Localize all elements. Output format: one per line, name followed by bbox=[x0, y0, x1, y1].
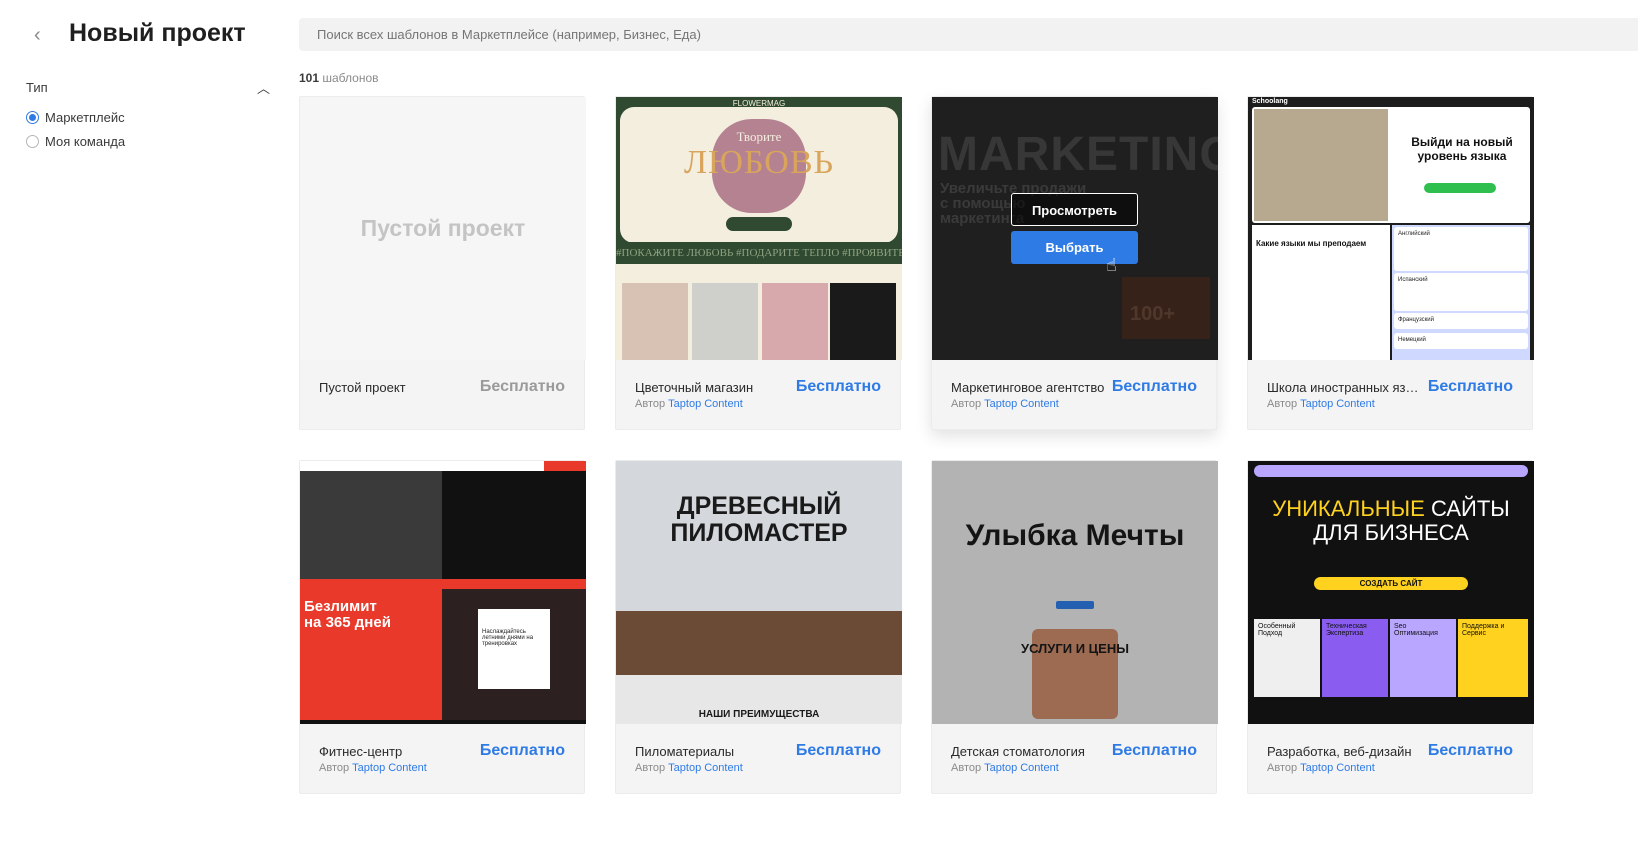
filter-option-label: Маркетплейс bbox=[45, 109, 125, 125]
template-preview: ДРЕВЕСНЫЙ ПИЛОМАСТЕР НАШИ ПРЕИМУЩЕСТВА bbox=[616, 461, 902, 724]
preview-lang: Немецкий bbox=[1394, 333, 1528, 349]
preview-tile: Техническая Экспертиза bbox=[1322, 619, 1388, 697]
template-name: Детская стоматология bbox=[951, 744, 1085, 759]
template-card-language-school[interactable]: Schoolang Выйди на новый уровень языка К… bbox=[1247, 96, 1534, 430]
filter-option-marketplace[interactable]: Маркетплейс bbox=[26, 108, 125, 126]
preview-tile: Особенный Подход bbox=[1254, 619, 1320, 697]
preview-section: Какие языки мы преподаем bbox=[1256, 239, 1367, 248]
preview-line1: Безлимит bbox=[304, 598, 377, 615]
template-preview: Пустой проект bbox=[300, 97, 586, 360]
author-link[interactable]: Taptop Content bbox=[1300, 762, 1375, 774]
template-name: Цветочный магазин bbox=[635, 380, 754, 395]
template-name: Фитнес-центр bbox=[319, 744, 403, 759]
author-link[interactable]: Taptop Content bbox=[984, 762, 1059, 774]
select-button[interactable]: Выбрать bbox=[1011, 231, 1138, 264]
author-link[interactable]: Taptop Content bbox=[668, 398, 743, 410]
preview-brand: Schoolang bbox=[1252, 98, 1288, 105]
template-name: Пиломатериалы bbox=[635, 744, 735, 759]
template-price: Бесплатно bbox=[795, 378, 881, 395]
filter-type-header[interactable]: Тип ︿ bbox=[26, 78, 270, 96]
author-link[interactable]: Taptop Content bbox=[668, 762, 743, 774]
template-price: Бесплатно bbox=[1427, 378, 1513, 395]
preview-button[interactable]: Просмотреть bbox=[1011, 193, 1138, 226]
template-author: Автор Taptop Content bbox=[635, 762, 743, 774]
filter-option-my-team[interactable]: Моя команда bbox=[26, 132, 125, 150]
preview-line2: на 365 дней bbox=[304, 614, 391, 631]
template-card-marketing[interactable]: MARKETING Увеличьте продажи с помощью ма… bbox=[931, 96, 1218, 430]
template-card-dental[interactable]: Улыбка Мечты УСЛУГИ И ЦЕНЫ Детская стома… bbox=[931, 460, 1218, 794]
back-button[interactable]: ‹ bbox=[34, 25, 54, 45]
filter-option-label: Моя команда bbox=[45, 133, 126, 149]
template-price: Бесплатно bbox=[1111, 742, 1197, 759]
preview-lang: Испанский bbox=[1394, 273, 1528, 311]
template-preview: Улыбка Мечты УСЛУГИ И ЦЕНЫ bbox=[932, 461, 1218, 724]
preview-footer: НАШИ ПРЕИМУЩЕСТВА bbox=[698, 709, 820, 720]
filter-type-label: Тип bbox=[26, 79, 48, 95]
preview-line2: ДЛЯ БИЗНЕСА bbox=[1313, 520, 1469, 545]
template-card-flower-shop[interactable]: FLOWERMAG Творите ЛЮБОВЬ #ПОКАЖИТЕ ЛЮБОВ… bbox=[615, 96, 902, 430]
preview-tile: Поддержка и Сервис bbox=[1458, 619, 1528, 697]
radio-selected-icon bbox=[26, 110, 39, 124]
page-title: Новый проект bbox=[69, 19, 246, 47]
templates-count: 101 шаблонов bbox=[299, 71, 379, 85]
chevron-left-icon: ‹ bbox=[34, 24, 41, 46]
template-card-fitness[interactable]: Безлимит на 365 дней Наслаждайтесь летни… bbox=[299, 460, 586, 794]
hand-cursor-icon: ☝ bbox=[1106, 255, 1117, 275]
template-name: Школа иностранных языков bbox=[1267, 380, 1427, 395]
template-name: Пустой проект bbox=[319, 380, 406, 395]
template-name: Маркетинговое агентство bbox=[951, 380, 1105, 395]
preview-line2: ЛЮБОВЬ bbox=[683, 144, 835, 181]
preview-hl-yellow: УНИКАЛЬНЫЕ bbox=[1272, 496, 1425, 521]
template-preview: Schoolang Выйди на новый уровень языка К… bbox=[1248, 97, 1534, 360]
template-preview: УНИКАЛЬНЫЕ САЙТЫ ДЛЯ БИЗНЕСА СОЗДАТЬ САЙ… bbox=[1248, 461, 1534, 724]
template-author: Автор Taptop Content bbox=[951, 762, 1059, 774]
template-author: Автор Taptop Content bbox=[319, 762, 427, 774]
template-name: Разработка, веб-дизайн bbox=[1267, 744, 1412, 759]
template-price: Бесплатно bbox=[1111, 378, 1197, 395]
template-card-web-design[interactable]: УНИКАЛЬНЫЕ САЙТЫ ДЛЯ БИЗНЕСА СОЗДАТЬ САЙ… bbox=[1247, 460, 1534, 794]
chevron-up-icon: ︿ bbox=[256, 80, 270, 96]
template-author: Автор Taptop Content bbox=[951, 398, 1059, 410]
template-author: Автор Taptop Content bbox=[1267, 762, 1375, 774]
preview-line2: ПИЛОМАСТЕР bbox=[670, 519, 848, 547]
radio-unselected-icon bbox=[26, 134, 39, 148]
preview-cta: СОЗДАТЬ САЙТ bbox=[1314, 577, 1468, 590]
search-input[interactable] bbox=[299, 18, 1638, 51]
template-preview: Безлимит на 365 дней Наслаждайтесь летни… bbox=[300, 461, 586, 724]
preview-lang: Французский bbox=[1394, 313, 1528, 329]
preview-lang: Английский bbox=[1394, 227, 1528, 271]
preview-hero2: уровень языка bbox=[1417, 149, 1507, 163]
template-price: Бесплатно bbox=[479, 378, 565, 395]
author-link[interactable]: Taptop Content bbox=[984, 398, 1059, 410]
template-preview: FLOWERMAG Творите ЛЮБОВЬ #ПОКАЖИТЕ ЛЮБОВ… bbox=[616, 97, 902, 360]
preview-line1: ДРЕВЕСНЫЙ bbox=[676, 492, 842, 520]
template-price: Бесплатно bbox=[479, 742, 565, 759]
preview-text: Пустой проект bbox=[360, 215, 526, 241]
author-link[interactable]: Taptop Content bbox=[352, 762, 427, 774]
template-card-lumber[interactable]: ДРЕВЕСНЫЙ ПИЛОМАСТЕР НАШИ ПРЕИМУЩЕСТВА П… bbox=[615, 460, 902, 794]
template-preview: MARKETING Увеличьте продажи с помощью ма… bbox=[932, 97, 1218, 360]
template-author: Автор Taptop Content bbox=[635, 398, 743, 410]
template-price: Бесплатно bbox=[795, 742, 881, 759]
preview-line1: Творите bbox=[736, 129, 782, 144]
preview-tile: Seo Оптимизация bbox=[1390, 619, 1456, 697]
preview-note: Наслаждайтесь летними днями на тренировк… bbox=[478, 609, 550, 689]
preview-hero1: Выйди на новый bbox=[1411, 135, 1513, 149]
template-price: Бесплатно bbox=[1427, 742, 1513, 759]
preview-hl-white: САЙТЫ bbox=[1430, 496, 1510, 521]
author-link[interactable]: Taptop Content bbox=[1300, 398, 1375, 410]
sidebar: ‹ Новый проект Тип ︿ Маркетплейс Моя ком… bbox=[0, 0, 290, 851]
template-card-empty[interactable]: Пустой проект Пустой проект Бесплатно bbox=[299, 96, 586, 430]
template-author: Автор Taptop Content bbox=[1267, 398, 1375, 410]
preview-ticker: #ПОКАЖИТЕ ЛЮБОВЬ #ПОДАРИТЕ ТЕПЛО #ПРОЯВИ… bbox=[616, 242, 902, 264]
